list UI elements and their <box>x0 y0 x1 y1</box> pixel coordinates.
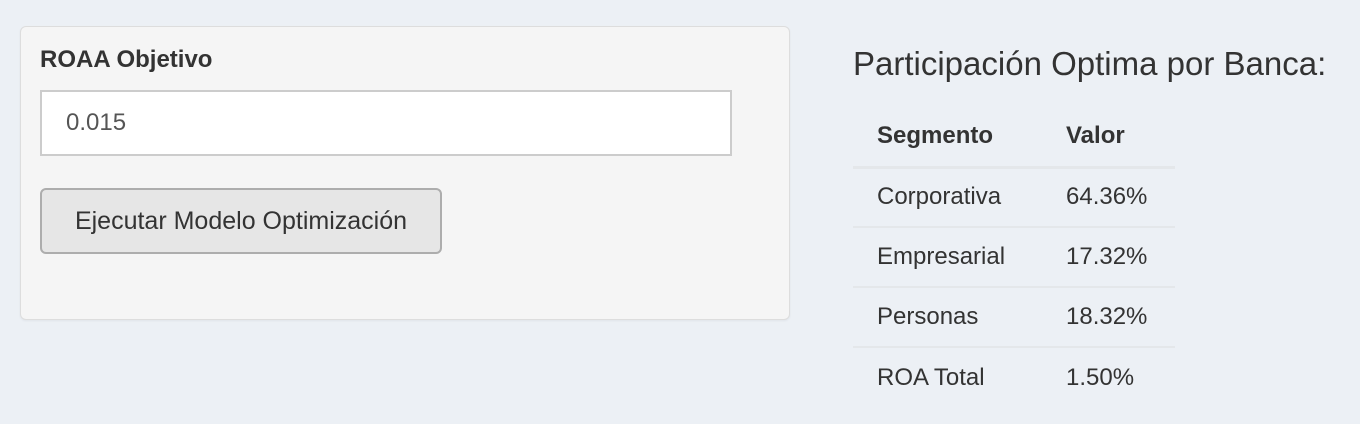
value-cell: 17.32% <box>1042 226 1175 287</box>
results-title: Participación Optima por Banca: <box>853 45 1327 82</box>
results-table: Segmento Valor Corporativa 64.36% Empres… <box>853 106 1175 407</box>
segment-cell: ROA Total <box>853 346 1042 407</box>
value-cell: 64.36% <box>1066 183 1148 211</box>
segment-cell: Empresarial <box>853 226 1042 287</box>
run-optimization-button[interactable]: Ejecutar Modelo Optimización <box>40 188 442 254</box>
table-row: Personas 18.32% <box>853 286 1175 347</box>
header-valor: Valor <box>1042 106 1175 169</box>
value-cell: 18.32% <box>1042 286 1175 347</box>
roaa-objetivo-label: ROAA Objetivo <box>40 46 213 73</box>
header-segmento: Segmento <box>853 106 1042 169</box>
table-row: Corporativa 64.36% <box>853 167 1175 227</box>
table-header-row: Segmento Valor <box>853 106 1175 169</box>
value-cell: 1.50% <box>1042 346 1175 407</box>
table-row: ROA Total 1.50% <box>853 346 1175 407</box>
segment-cell: Corporativa <box>877 183 1002 211</box>
table-row: Empresarial 17.32% <box>853 226 1175 287</box>
roaa-objetivo-input[interactable] <box>40 90 732 156</box>
segment-cell: Personas <box>853 286 1042 347</box>
